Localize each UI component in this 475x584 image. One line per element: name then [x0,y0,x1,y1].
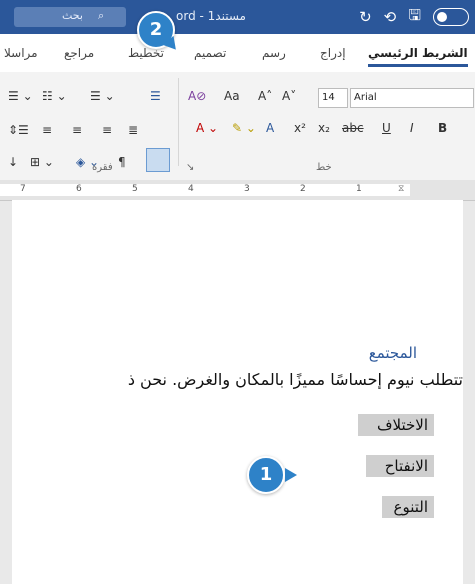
tab-home[interactable]: الشريط الرئيسي [368,46,468,67]
bullets-icon[interactable]: ☰ ⌄ [8,86,33,106]
align-right-icon[interactable]: ≡ [42,120,52,140]
ruler-mark: 3 [244,184,250,194]
font-group-label: خط [316,162,332,173]
multilevel-list-icon[interactable]: ☰ ⌄ [90,86,115,106]
align-left-icon[interactable]: ≡ [102,120,112,140]
search-icon: ⌕ [98,9,105,22]
ribbon: ☰ ⌄ ☷ ⌄ ☰ ⌄ ☰ ⇕☰ ≡ ≡ ≡ ≣ ↓ ⊞ ⌄ ◈ ⌄ ¶ A⊘ … [0,72,475,220]
ruler-mark: 7 [20,184,26,194]
callout-badge-1: 1 [247,456,297,494]
tab-insert[interactable]: إدراج [320,46,346,60]
autosave-toggle[interactable] [433,8,469,26]
list-item: الانفتاح [366,455,434,477]
grow-font-button[interactable]: A˄ [258,86,272,106]
quick-access-toolbar: ↻ ⟲ 🖫 [359,6,469,28]
show-marks-icon[interactable]: ¶ [118,152,126,172]
font-size-box[interactable]: 14 [318,88,348,108]
list-item: التنوع [382,496,434,518]
list-item: الاختلاف [358,414,434,436]
redo-icon[interactable]: ↻ [359,8,372,26]
ruler-mark: 1 [356,184,362,194]
ruler-track [0,184,410,196]
callout-badge-2: 2 [137,11,175,49]
sort-icon[interactable]: ↓ [8,152,18,172]
tab-references[interactable]: مراجع [64,46,94,60]
ruler-mark: 6 [76,184,82,194]
ribbon-tabs: مراسلا مراجع تخطيط تصميم رسم إدراج الشري… [0,34,475,73]
rtl-paragraph-button-highlight[interactable] [146,148,170,172]
document-heading: المجتمع [368,344,417,362]
tab-draw[interactable]: رسم [262,46,286,60]
text-effects-icon[interactable]: A [266,118,274,138]
undo-icon[interactable]: ⟲ [384,8,397,26]
strikethrough-button[interactable]: abc [342,118,364,138]
tab-design[interactable]: تصميم [194,46,226,60]
rtl-text-icon[interactable]: ☰ [150,86,161,106]
numbering-icon[interactable]: ☷ ⌄ [42,86,67,106]
underline-button[interactable]: U [382,118,391,138]
tab-mailings[interactable]: مراسلا [4,46,38,60]
font-name-box[interactable]: Arial [350,88,474,108]
justify-icon[interactable]: ≣ [128,120,138,140]
align-center-icon[interactable]: ≡ [72,120,82,140]
save-icon[interactable]: 🖫 [408,5,421,30]
change-case-button[interactable]: Aa [224,86,240,106]
ruler-mark: 5 [132,184,138,194]
paragraph-launcher-icon[interactable]: ↘ [186,162,194,173]
bold-button[interactable]: B [438,118,447,138]
ruler[interactable]: 7 6 5 4 3 2 1 ⧖ [0,180,475,201]
document-body-text: تتطلب نيوم إحساسًا مميزًا بالمكان والغرض… [127,370,463,389]
superscript-button[interactable]: x² [294,118,306,138]
clear-format-icon[interactable]: A⊘ [188,86,206,106]
ruler-mark: 2 [300,184,306,194]
borders-icon[interactable]: ⊞ ⌄ [30,152,54,172]
indent-marker-icon[interactable]: ⧖ [398,184,404,194]
paragraph-group-label: فقرة [92,162,113,173]
subscript-button[interactable]: x₂ [318,118,330,138]
title-bar: بحث ⌕ ord - مستند1 ↻ ⟲ 🖫 [0,0,475,34]
search-label: بحث [62,9,83,22]
italic-button[interactable]: I [410,118,414,138]
shrink-font-button[interactable]: A˅ [282,86,296,106]
document-title: ord - مستند1 [176,9,246,23]
group-divider [178,78,179,166]
document-page[interactable]: المجتمع تتطلب نيوم إحساسًا مميزًا بالمكا… [12,200,463,584]
search-box[interactable]: بحث ⌕ [14,7,126,27]
highlight-icon[interactable]: ✎ ⌄ [232,118,256,138]
line-spacing-icon[interactable]: ⇕☰ [8,120,29,140]
font-color-icon[interactable]: A ⌄ [196,118,218,138]
ruler-mark: 4 [188,184,194,194]
